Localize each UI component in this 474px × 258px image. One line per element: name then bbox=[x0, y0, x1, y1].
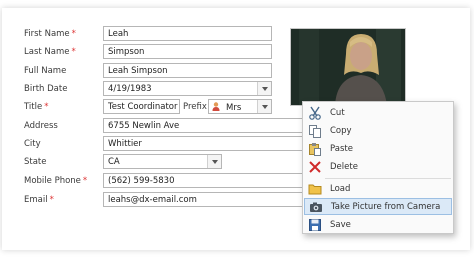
state-value: CA bbox=[108, 157, 120, 167]
prefix-select[interactable]: Mrs bbox=[208, 99, 272, 114]
city-input[interactable]: Whittier bbox=[103, 136, 303, 151]
state-dropdown-button[interactable] bbox=[207, 155, 221, 168]
chevron-down-icon bbox=[261, 104, 268, 109]
delete-icon bbox=[308, 160, 322, 174]
person-icon bbox=[212, 102, 220, 111]
label-last-name: Last Name * bbox=[24, 47, 76, 57]
menu-item-paste[interactable]: Paste bbox=[304, 140, 452, 157]
menu-item-copy[interactable]: Copy bbox=[304, 122, 452, 139]
address-input[interactable]: 6755 Newlin Ave bbox=[103, 118, 303, 133]
scissors-icon bbox=[308, 106, 322, 120]
menu-item-cut[interactable]: Cut bbox=[304, 104, 452, 121]
label-full-name: Full Name bbox=[24, 66, 67, 76]
menu-item-save[interactable]: Save bbox=[304, 216, 452, 233]
label-mobile-phone: Mobile Phone * bbox=[24, 176, 88, 186]
employee-photo[interactable] bbox=[290, 28, 406, 106]
mobile-phone-input[interactable]: (562) 599-5830 bbox=[103, 173, 303, 188]
menu-item-take-picture-from-camera[interactable]: Take Picture from Camera bbox=[304, 198, 452, 215]
title-input[interactable]: Test Coordinator bbox=[103, 99, 180, 114]
state-select[interactable]: CA bbox=[103, 154, 222, 169]
menu-separator bbox=[325, 178, 451, 179]
label-first-name: First Name * bbox=[24, 29, 76, 39]
label-address: Address bbox=[24, 121, 58, 131]
first-name-input[interactable]: Leah bbox=[103, 26, 272, 41]
context-menu: Cut Copy Paste Delete Load Take Picture … bbox=[302, 101, 454, 234]
menu-item-label: Copy bbox=[330, 125, 352, 136]
prefix-value: Mrs bbox=[226, 103, 242, 113]
menu-item-label: Paste bbox=[330, 143, 353, 154]
email-input[interactable]: leahs@dx-email.com bbox=[103, 192, 303, 207]
label-city: City bbox=[24, 139, 41, 149]
chevron-down-icon bbox=[211, 159, 218, 164]
menu-item-label: Cut bbox=[330, 107, 345, 118]
label-email: Email * bbox=[24, 195, 54, 205]
menu-item-label: Delete bbox=[330, 161, 358, 172]
paste-icon bbox=[308, 142, 322, 156]
label-state: State bbox=[24, 157, 47, 167]
menu-item-label: Take Picture from Camera bbox=[331, 201, 441, 212]
menu-item-load[interactable]: Load bbox=[304, 180, 452, 197]
birth-date-dropdown-button[interactable] bbox=[257, 82, 271, 95]
camera-icon bbox=[309, 200, 323, 214]
copy-icon bbox=[308, 124, 322, 138]
birth-date-picker[interactable]: 4/19/1983 bbox=[103, 81, 272, 96]
full-name-input[interactable]: Leah Simpson bbox=[103, 63, 272, 78]
birth-date-value: 4/19/1983 bbox=[108, 84, 152, 94]
label-title: Title * bbox=[24, 102, 49, 112]
last-name-input[interactable]: Simpson bbox=[103, 44, 272, 59]
prefix-label: Prefix bbox=[183, 102, 207, 112]
prefix-dropdown-button[interactable] bbox=[257, 100, 271, 113]
menu-item-label: Save bbox=[330, 219, 351, 230]
chevron-down-icon bbox=[261, 86, 268, 91]
folder-icon bbox=[308, 182, 322, 196]
label-birth-date: Birth Date bbox=[24, 84, 68, 94]
menu-item-label: Load bbox=[330, 183, 351, 194]
menu-item-delete[interactable]: Delete bbox=[304, 158, 452, 175]
person-portrait-image bbox=[291, 29, 405, 105]
save-icon bbox=[308, 218, 322, 232]
